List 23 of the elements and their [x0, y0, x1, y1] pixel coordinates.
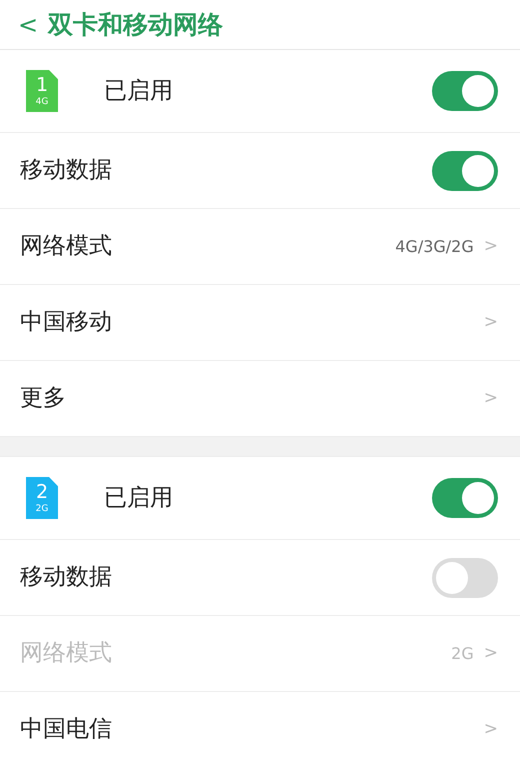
setting-label: 移动数据: [20, 156, 113, 186]
sim-card-icon: 1 4G: [26, 70, 58, 112]
back-button[interactable]: <: [18, 6, 38, 42]
setting-label: 网络模式: [20, 232, 113, 262]
setting-value: 2G: [451, 642, 474, 664]
setting-label: 已启用: [104, 484, 174, 513]
setting-label: 已启用: [104, 76, 174, 106]
chevron-icon[interactable]: >: [484, 386, 498, 412]
chevron-icon[interactable]: >: [484, 716, 498, 742]
setting-value: 4G/3G/2G: [395, 236, 474, 258]
setting-label: 移动数据: [20, 563, 113, 592]
chevron-icon[interactable]: >: [484, 234, 498, 260]
toggle-switch[interactable]: [432, 478, 498, 518]
setting-label: 更多: [20, 384, 67, 414]
toggle-switch[interactable]: [432, 150, 498, 190]
setting-label: 中国电信: [20, 715, 113, 744]
setting-label: 网络模式: [20, 639, 113, 668]
page-title: 双卡和移动网络: [48, 8, 224, 41]
toggle-switch[interactable]: [432, 71, 498, 111]
sim-card-icon: 2 2G: [26, 477, 58, 519]
toggle-switch[interactable]: [432, 558, 498, 598]
chevron-icon[interactable]: >: [484, 310, 498, 336]
setting-label: 中国移动: [20, 308, 113, 338]
